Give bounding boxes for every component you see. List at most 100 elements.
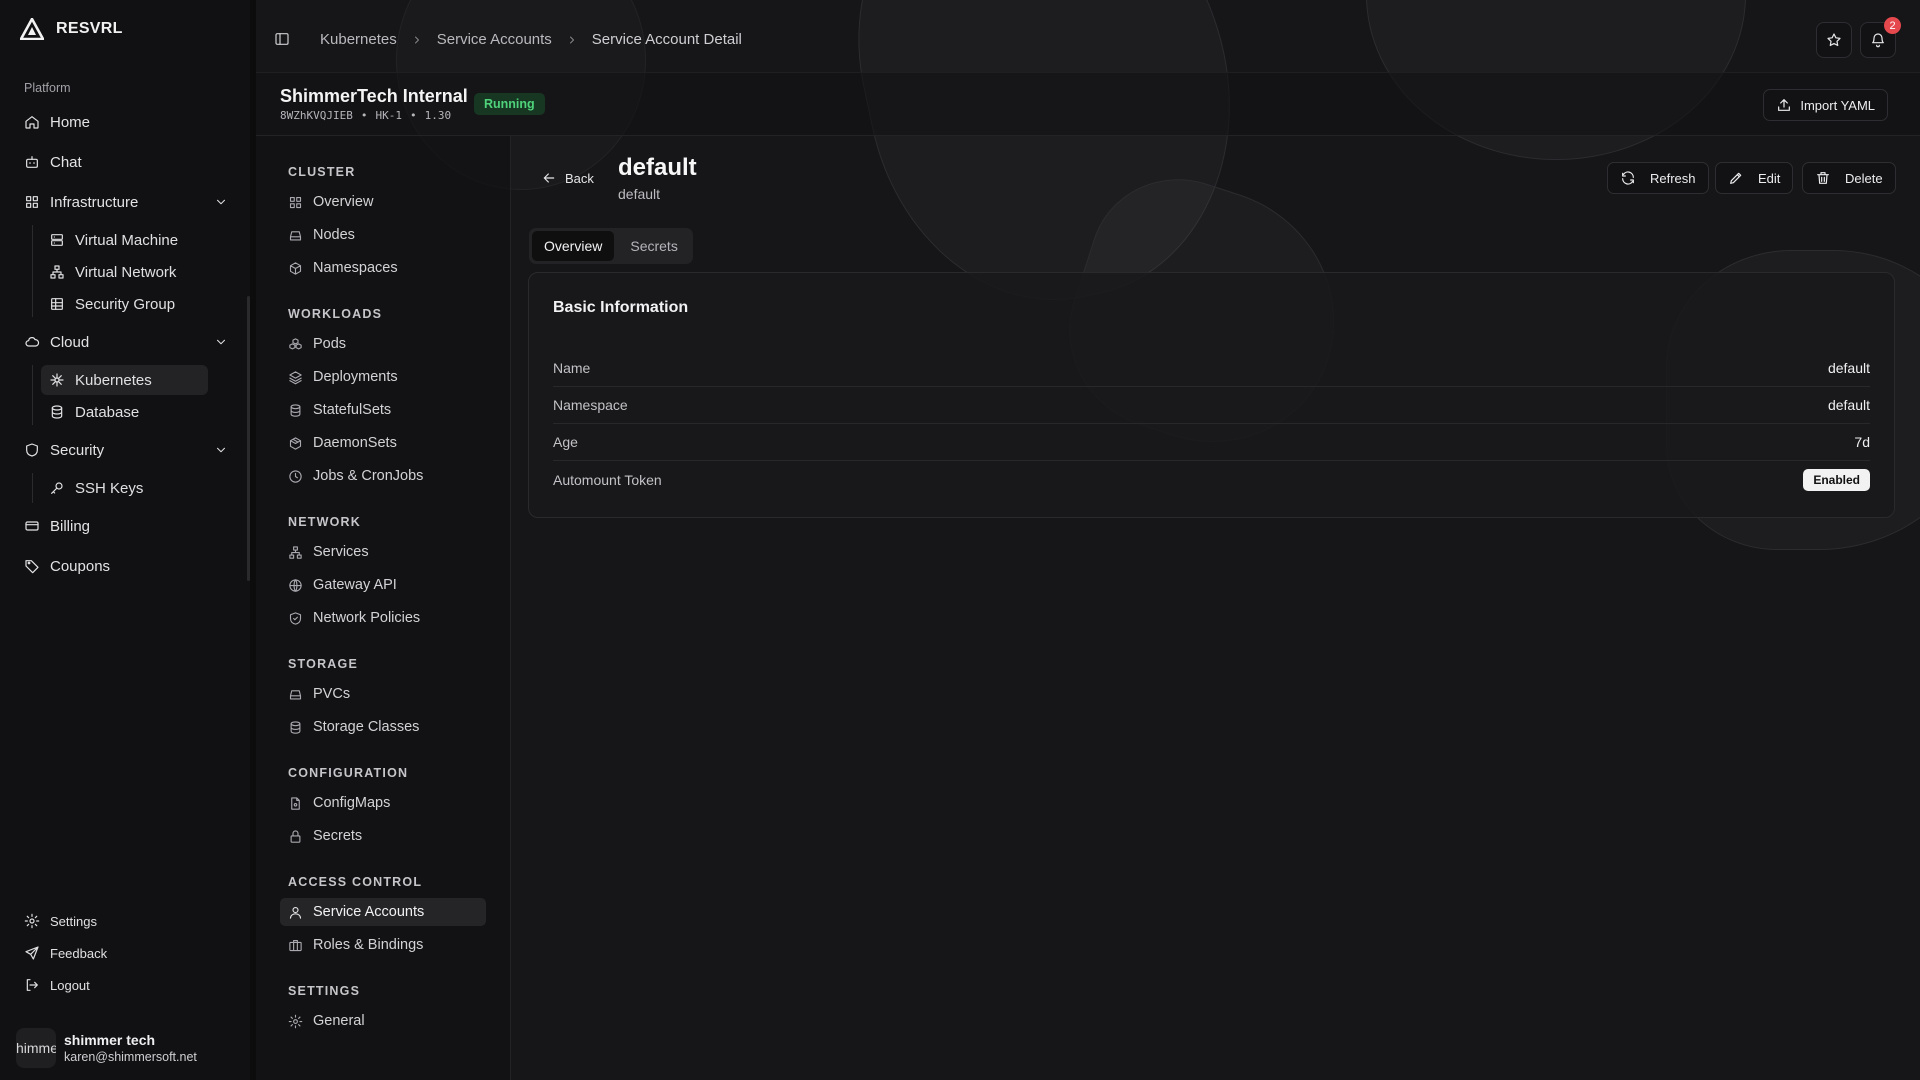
subnav-label: Namespaces — [313, 260, 398, 276]
database-icon — [51, 405, 63, 419]
hard-drive-icon — [289, 689, 302, 699]
subnav-item-secrets[interactable]: Secrets — [280, 822, 486, 850]
subnav-item-service-accounts[interactable]: Service Accounts — [280, 898, 486, 926]
subnav-item-services[interactable]: Services — [280, 538, 486, 566]
subnav-item-deployments[interactable]: Deployments — [280, 363, 486, 391]
database-icon — [290, 403, 301, 417]
delete-button[interactable]: Delete — [1802, 162, 1896, 194]
field-value: default — [1827, 360, 1870, 376]
sidebar-item-billing[interactable]: Billing — [16, 509, 238, 543]
notifications-button[interactable]: 2 — [1860, 17, 1901, 58]
detail-tabs: Overview Secrets — [529, 228, 693, 264]
subnav-item-network-policies[interactable]: Network Policies — [280, 604, 486, 632]
subnav-section-workloads: WORKLOADS — [288, 307, 383, 321]
subnav-item-jobs-cronjobs[interactable]: Jobs & CronJobs — [280, 462, 486, 490]
back-label: Back — [565, 170, 594, 186]
field-row-name: Name default — [553, 350, 1870, 387]
cloud-icon — [25, 337, 40, 347]
refresh-button[interactable]: Refresh — [1607, 162, 1709, 194]
subnav-item-namespaces[interactable]: Namespaces — [280, 254, 486, 282]
back-button[interactable]: Back — [541, 170, 594, 186]
sidebar-item-home[interactable]: Home — [16, 105, 238, 139]
import-yaml-button[interactable]: Import YAML — [1763, 89, 1888, 121]
sidebar-item-kubernetes[interactable]: Kubernetes — [41, 365, 208, 395]
network-icon — [289, 545, 302, 559]
sidebar-toggle-button[interactable] — [274, 31, 290, 47]
clock-icon — [289, 469, 302, 483]
field-label: Name — [553, 360, 591, 376]
cluster-region: HK-1 — [375, 109, 402, 122]
sidebar-item-label: Home — [50, 113, 91, 131]
send-icon — [25, 946, 39, 960]
edit-button[interactable]: Edit — [1715, 162, 1794, 194]
cluster-name: ShimmerTech Internal — [280, 86, 468, 106]
sidebar-item-coupons[interactable]: Coupons — [16, 549, 238, 583]
brand[interactable]: RESVRL — [20, 18, 123, 40]
sidebar-group-infrastructure[interactable]: Infrastructure — [16, 185, 238, 219]
platform-group-label: Platform — [24, 81, 71, 95]
breadcrumb-kubernetes[interactable]: Kubernetes — [320, 31, 397, 48]
layers-icon — [289, 370, 302, 384]
sidebar-group-cloud[interactable]: Cloud — [16, 325, 238, 359]
grid-icon — [26, 196, 38, 208]
chat-bot-icon — [26, 156, 38, 168]
subnav-label: Network Policies — [313, 610, 421, 626]
top-bar: Kubernetes Service Accounts Service Acco… — [256, 0, 1920, 72]
subnav-label: Roles & Bindings — [313, 937, 424, 953]
sidebar-item-label: Billing — [50, 517, 91, 535]
subnav-label: PVCs — [313, 686, 351, 702]
tree-line — [32, 225, 33, 317]
sidebar-group-security[interactable]: Security — [16, 433, 238, 467]
subnav-item-nodes[interactable]: Nodes — [280, 221, 486, 249]
lock-icon — [290, 829, 301, 843]
subnav-item-configmaps[interactable]: ConfigMaps — [280, 789, 486, 817]
sidebar-item-virtual-machine[interactable]: Virtual Machine — [41, 225, 208, 255]
cluster-subnav: CLUSTER Overview Nodes Namespaces WORKLO… — [256, 136, 511, 1080]
subnav-item-pods[interactable]: Pods — [280, 330, 486, 358]
subnav-item-roles-bindings[interactable]: Roles & Bindings — [280, 931, 486, 959]
tab-overview[interactable]: Overview — [532, 231, 615, 261]
logout-link[interactable]: Logout — [16, 971, 90, 999]
feedback-link[interactable]: Feedback — [16, 939, 107, 967]
tree-line — [32, 365, 33, 425]
favorite-button[interactable] — [1816, 22, 1852, 58]
chevron-down-icon — [216, 199, 226, 205]
sidebar-item-label: Chat — [50, 153, 82, 171]
settings-link[interactable]: Settings — [16, 907, 97, 935]
sidebar-item-virtual-network[interactable]: Virtual Network — [41, 257, 208, 287]
sidebar-item-ssh-keys[interactable]: SSH Keys — [41, 473, 208, 503]
subnav-item-statefulsets[interactable]: StatefulSets — [280, 396, 486, 424]
sidebar-scrollbar[interactable] — [247, 296, 250, 581]
subnav-item-overview[interactable]: Overview — [280, 188, 486, 216]
main-sidebar: RESVRL Platform Home Chat Infrastructure… — [0, 0, 250, 1080]
subnav-label: Gateway API — [313, 577, 397, 593]
field-label: Age — [553, 434, 578, 450]
subnav-item-pvcs[interactable]: PVCs — [280, 680, 486, 708]
breadcrumb-service-accounts[interactable]: Service Accounts — [437, 31, 552, 48]
subnav-section-access-control: ACCESS CONTROL — [288, 875, 423, 889]
sidebar-item-chat[interactable]: Chat — [16, 145, 238, 179]
file-settings-icon — [291, 796, 300, 810]
package-icon — [289, 436, 302, 450]
key-icon — [51, 482, 63, 494]
subnav-item-gateway-api[interactable]: Gateway API — [280, 571, 486, 599]
breadcrumb-current: Service Account Detail — [591, 31, 742, 48]
sidebar-item-database[interactable]: Database — [41, 397, 208, 427]
sidebar-item-security-group[interactable]: Security Group — [41, 289, 208, 319]
meta-separator-dot: • — [360, 109, 368, 122]
tab-secrets[interactable]: Secrets — [618, 231, 689, 261]
upload-icon — [1778, 99, 1791, 111]
subnav-label: Jobs & CronJobs — [313, 468, 424, 484]
layout-grid-icon — [289, 196, 302, 208]
subnav-label: Service Accounts — [313, 904, 425, 920]
subnav-item-storage-classes[interactable]: Storage Classes — [280, 713, 486, 741]
import-yaml-label: Import YAML — [1800, 97, 1875, 113]
subnav-item-daemonsets[interactable]: DaemonSets — [280, 429, 486, 457]
bell-icon — [1872, 33, 1884, 48]
detail-content: Back default default Refresh Edit Delete… — [511, 136, 1920, 1080]
chevron-down-icon — [216, 339, 226, 345]
shield-icon — [26, 443, 38, 457]
briefcase-icon — [289, 939, 302, 951]
subnav-item-general[interactable]: General — [280, 1007, 486, 1035]
user-menu[interactable]: himme shimmer tech karen@shimmersoft.net — [16, 1028, 197, 1068]
